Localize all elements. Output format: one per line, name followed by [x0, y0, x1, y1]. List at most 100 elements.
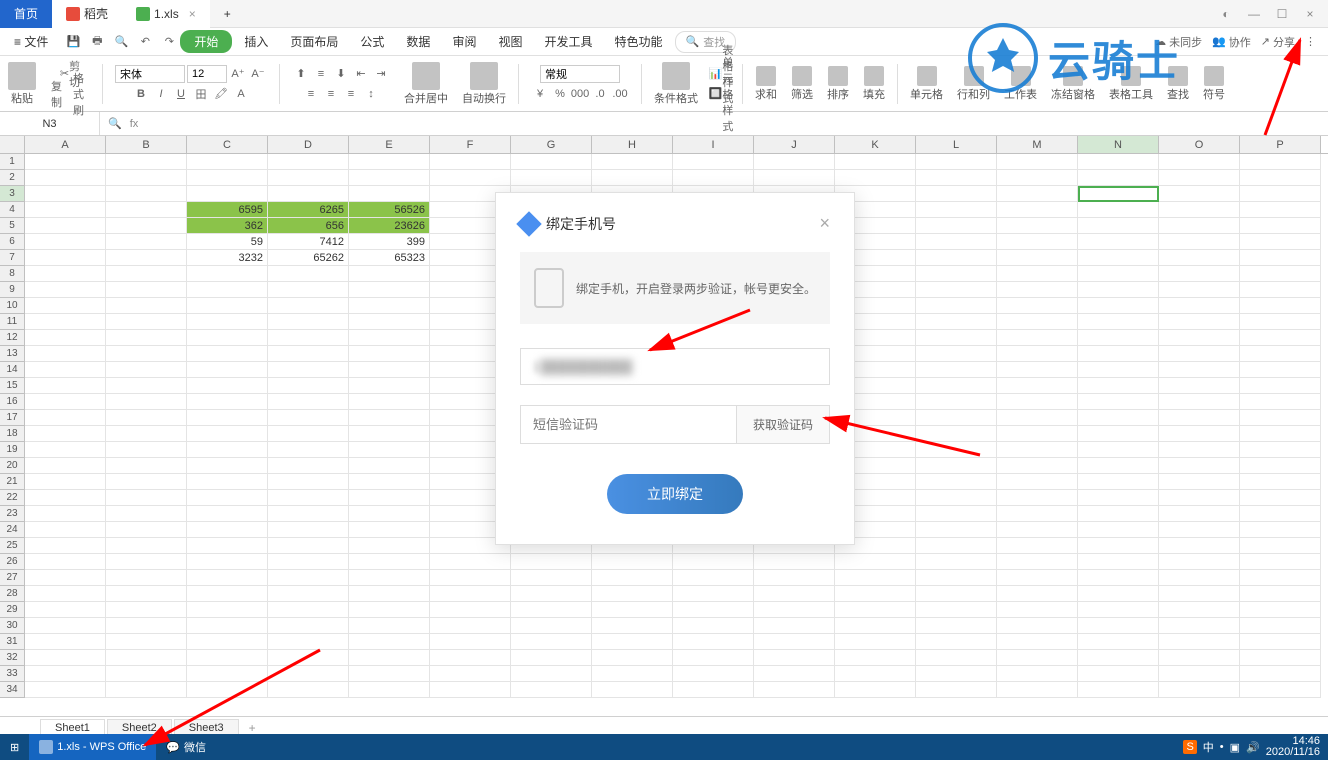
cell-O19[interactable]	[1159, 442, 1240, 458]
cell-B27[interactable]	[106, 570, 187, 586]
cell-G28[interactable]	[511, 586, 592, 602]
cell-C21[interactable]	[187, 474, 268, 490]
cell-L19[interactable]	[916, 442, 997, 458]
align-top-icon[interactable]: ⬆	[292, 65, 310, 83]
cell-D23[interactable]	[268, 506, 349, 522]
cell-B13[interactable]	[106, 346, 187, 362]
cell-A8[interactable]	[25, 266, 106, 282]
cell-P23[interactable]	[1240, 506, 1321, 522]
cell-H27[interactable]	[592, 570, 673, 586]
cell-E26[interactable]	[349, 554, 430, 570]
cell-D18[interactable]	[268, 426, 349, 442]
cell-F32[interactable]	[430, 650, 511, 666]
cell-K26[interactable]	[835, 554, 916, 570]
cell-C22[interactable]	[187, 490, 268, 506]
cell-M15[interactable]	[997, 378, 1078, 394]
cell-A9[interactable]	[25, 282, 106, 298]
row-header-31[interactable]: 31	[0, 634, 25, 650]
cell-L24[interactable]	[916, 522, 997, 538]
find-button[interactable]: 查找	[1163, 64, 1193, 104]
cell-B1[interactable]	[106, 154, 187, 170]
cell-E2[interactable]	[349, 170, 430, 186]
menu-special[interactable]: 特色功能	[604, 29, 672, 54]
cell-O16[interactable]	[1159, 394, 1240, 410]
row-header-7[interactable]: 7	[0, 250, 25, 266]
cell-I29[interactable]	[673, 602, 754, 618]
row-header-25[interactable]: 25	[0, 538, 25, 554]
cell-B34[interactable]	[106, 682, 187, 698]
cell-P11[interactable]	[1240, 314, 1321, 330]
cell-A21[interactable]	[25, 474, 106, 490]
cell-E27[interactable]	[349, 570, 430, 586]
cell-E1[interactable]	[349, 154, 430, 170]
cell-B24[interactable]	[106, 522, 187, 538]
menu-review[interactable]: 审阅	[442, 29, 486, 54]
cell-E20[interactable]	[349, 458, 430, 474]
cell-O17[interactable]	[1159, 410, 1240, 426]
cell-O26[interactable]	[1159, 554, 1240, 570]
row-header-18[interactable]: 18	[0, 426, 25, 442]
cell-P7[interactable]	[1240, 250, 1321, 266]
cell-D34[interactable]	[268, 682, 349, 698]
more-icon[interactable]: ⋮	[1305, 35, 1316, 48]
cell-E8[interactable]	[349, 266, 430, 282]
cell-J28[interactable]	[754, 586, 835, 602]
cell-I2[interactable]	[673, 170, 754, 186]
menu-formula[interactable]: 公式	[350, 29, 394, 54]
cell-M18[interactable]	[997, 426, 1078, 442]
underline-icon[interactable]: U	[172, 85, 190, 103]
cell-F1[interactable]	[430, 154, 511, 170]
cell-J29[interactable]	[754, 602, 835, 618]
cell-B21[interactable]	[106, 474, 187, 490]
row-header-12[interactable]: 12	[0, 330, 25, 346]
cell-F2[interactable]	[430, 170, 511, 186]
cell-L14[interactable]	[916, 362, 997, 378]
minimize-icon[interactable]: —	[1244, 4, 1264, 24]
col-header-E[interactable]: E	[349, 136, 430, 153]
cell-E23[interactable]	[349, 506, 430, 522]
cell-O34[interactable]	[1159, 682, 1240, 698]
number-format-select[interactable]	[540, 65, 620, 83]
cell-F26[interactable]	[430, 554, 511, 570]
cell-J33[interactable]	[754, 666, 835, 682]
cell-P1[interactable]	[1240, 154, 1321, 170]
menu-layout[interactable]: 页面布局	[280, 29, 348, 54]
cell-N13[interactable]	[1078, 346, 1159, 362]
cell-C33[interactable]	[187, 666, 268, 682]
cell-B12[interactable]	[106, 330, 187, 346]
formula-input[interactable]: 🔍 fx	[100, 117, 1328, 130]
cell-P29[interactable]	[1240, 602, 1321, 618]
cell-D29[interactable]	[268, 602, 349, 618]
cell-B32[interactable]	[106, 650, 187, 666]
cell-I31[interactable]	[673, 634, 754, 650]
cell-O27[interactable]	[1159, 570, 1240, 586]
cell-F29[interactable]	[430, 602, 511, 618]
cell-J26[interactable]	[754, 554, 835, 570]
cell-D11[interactable]	[268, 314, 349, 330]
cell-N29[interactable]	[1078, 602, 1159, 618]
cell-B15[interactable]	[106, 378, 187, 394]
cell-L2[interactable]	[916, 170, 997, 186]
italic-icon[interactable]: I	[152, 85, 170, 103]
cell-A11[interactable]	[25, 314, 106, 330]
cell-O32[interactable]	[1159, 650, 1240, 666]
tray-ime-icon[interactable]: S	[1183, 740, 1196, 754]
cell-K30[interactable]	[835, 618, 916, 634]
sheet-add-button[interactable]: +	[241, 721, 264, 735]
cell-P22[interactable]	[1240, 490, 1321, 506]
cell-G34[interactable]	[511, 682, 592, 698]
cell-H2[interactable]	[592, 170, 673, 186]
menu-start[interactable]: 开始	[180, 30, 232, 53]
menu-file[interactable]: ≡ 文件	[4, 29, 58, 54]
cell-P19[interactable]	[1240, 442, 1321, 458]
cell-L18[interactable]	[916, 426, 997, 442]
cell-N24[interactable]	[1078, 522, 1159, 538]
cell-M7[interactable]	[997, 250, 1078, 266]
cell-C34[interactable]	[187, 682, 268, 698]
cell-M4[interactable]	[997, 202, 1078, 218]
cell-D28[interactable]	[268, 586, 349, 602]
cell-C17[interactable]	[187, 410, 268, 426]
cell-P16[interactable]	[1240, 394, 1321, 410]
cell-H33[interactable]	[592, 666, 673, 682]
cell-C24[interactable]	[187, 522, 268, 538]
